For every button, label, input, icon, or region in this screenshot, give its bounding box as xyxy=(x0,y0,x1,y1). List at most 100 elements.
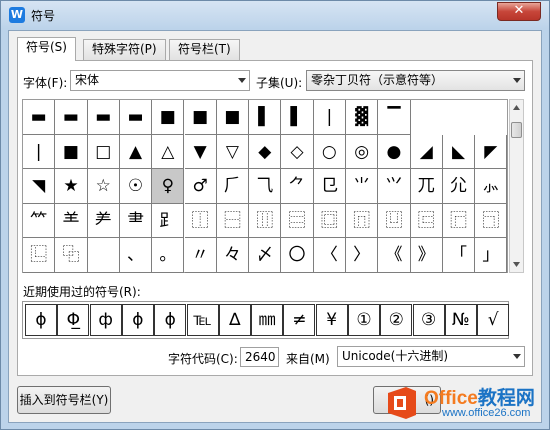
symbol-cell[interactable]: ■ xyxy=(184,100,217,135)
symbol-cell[interactable]: 々 xyxy=(216,238,250,273)
symbol-cell[interactable]: ■ xyxy=(152,100,185,135)
symbol-cell[interactable]: △ xyxy=(152,134,185,170)
symbol-cell[interactable]: ☆ xyxy=(87,169,120,204)
symbol-cell[interactable]: ⺻ xyxy=(119,203,153,239)
symbol-cell[interactable]: 」 xyxy=(475,238,508,273)
symbol-cell[interactable]: ⺁ xyxy=(216,169,250,204)
recent-symbol-cell[interactable]: ɸ xyxy=(25,304,57,336)
symbol-cell[interactable]: ▓ xyxy=(346,100,379,135)
symbol-cell[interactable]: ▽ xyxy=(216,134,250,170)
symbol-cell[interactable]: ⿸ xyxy=(442,203,476,239)
symbol-cell[interactable]: ⺄ xyxy=(249,169,282,204)
symbol-cell[interactable]: 》 xyxy=(410,238,443,273)
symbol-cell[interactable]: ⺍ xyxy=(378,169,411,204)
scroll-up-icon[interactable] xyxy=(510,100,523,115)
symbol-cell[interactable]: ⺈ xyxy=(281,169,314,204)
recent-symbol-cell[interactable]: ③ xyxy=(412,304,445,336)
insert-to-symbol-bar-button[interactable]: 插入到符号栏(Y) xyxy=(17,386,111,414)
symbol-cell[interactable]: ◥ xyxy=(23,169,56,204)
symbol-grid-scrollbar[interactable] xyxy=(509,99,524,273)
symbol-cell[interactable]: ● xyxy=(378,134,411,170)
symbol-cell[interactable]: 。 xyxy=(152,238,185,273)
scroll-down-icon[interactable] xyxy=(510,257,523,272)
recent-symbol-cell[interactable]: ϕ xyxy=(121,304,154,336)
title-bar[interactable]: W 符号 ✕ xyxy=(1,1,549,29)
symbol-cell[interactable]: ⿰ xyxy=(184,203,217,239)
symbol-cell[interactable]: ⺎ xyxy=(410,169,443,204)
symbol-cell[interactable]: ◎ xyxy=(346,134,379,170)
symbol-cell[interactable]: ⻊ xyxy=(152,203,185,239)
symbol-cell[interactable]: ♂ xyxy=(184,169,217,204)
symbol-cell[interactable]: 〇 xyxy=(281,238,314,273)
symbol-cell[interactable]: ◇ xyxy=(281,134,314,170)
symbol-cell[interactable]: ▔ xyxy=(378,100,411,135)
symbol-cell[interactable]: ▬ xyxy=(55,100,88,135)
recent-symbol-cell[interactable]: № xyxy=(444,304,477,336)
symbol-cell[interactable]: ⺶ xyxy=(87,203,120,239)
tab-symbol-bar[interactable]: 符号栏(T) xyxy=(169,39,240,60)
symbol-cell[interactable]: ⿵ xyxy=(346,203,379,239)
symbol-cell[interactable]: 「 xyxy=(442,238,476,273)
symbol-cell[interactable]: ♀ xyxy=(152,169,185,204)
symbol-cell[interactable]: ▼ xyxy=(184,134,217,170)
symbol-cell[interactable]: ⺋ xyxy=(313,169,346,204)
symbol-cell[interactable]: 〈 xyxy=(313,238,346,273)
symbol-cell[interactable]: ⿺ xyxy=(23,238,56,273)
symbol-cell[interactable]: ▌ xyxy=(281,100,314,135)
symbol-cell[interactable]: ◆ xyxy=(249,134,282,170)
tab-symbols[interactable]: 符号(S) xyxy=(17,37,76,61)
tab-special-characters[interactable]: 特殊字符(P) xyxy=(83,39,166,60)
symbol-cell[interactable]: ▲ xyxy=(119,134,153,170)
symbol-cell[interactable]: ◤ xyxy=(475,134,508,170)
recent-symbol-cell[interactable]: ② xyxy=(380,304,413,336)
recent-symbol-cell[interactable]: Φ̲ xyxy=(57,304,90,336)
recent-symbol-cell[interactable]: ɸ xyxy=(154,304,187,336)
recent-symbol-cell[interactable]: ф xyxy=(89,304,122,336)
symbol-cell[interactable]: ⿻ xyxy=(55,238,88,273)
recent-symbol-cell[interactable]: ≠ xyxy=(283,304,316,336)
scroll-thumb[interactable] xyxy=(511,122,522,138)
recent-symbol-cell[interactable]: ∆ xyxy=(218,304,251,336)
symbol-cell[interactable]: ⿱ xyxy=(216,203,250,239)
symbol-cell[interactable]: ▌ xyxy=(249,100,282,135)
symbol-cell[interactable]: | xyxy=(23,134,56,170)
symbol-cell[interactable]: ⿷ xyxy=(410,203,443,239)
recent-symbol-cell[interactable]: ℡ xyxy=(186,304,219,336)
from-select[interactable]: Unicode(十六进制) xyxy=(337,346,525,367)
subset-select[interactable]: 零杂丁贝符（示意符等） xyxy=(306,70,525,91)
recent-symbol-cell[interactable]: ¥ xyxy=(315,304,348,336)
recent-symbol-cell[interactable]: ① xyxy=(348,304,380,336)
symbol-cell[interactable]: ⿴ xyxy=(313,203,346,239)
symbol-cell[interactable]: ⺷ xyxy=(55,203,88,239)
symbol-cell[interactable]: ⿳ xyxy=(281,203,314,239)
symbol-cell[interactable]: ◢ xyxy=(410,134,443,170)
font-select[interactable]: 宋体 xyxy=(70,70,250,91)
symbol-cell[interactable] xyxy=(87,238,120,273)
symbol-cell[interactable]: ⿹ xyxy=(475,203,508,239)
symbol-cell[interactable]: 、 xyxy=(119,238,153,273)
symbol-cell[interactable]: 〆 xyxy=(249,238,282,273)
symbol-cell[interactable]: 《 xyxy=(378,238,411,273)
symbol-cell[interactable]: 〃 xyxy=(184,238,217,273)
symbol-cell[interactable]: ★ xyxy=(55,169,88,204)
symbol-cell[interactable]: ▬ xyxy=(87,100,120,135)
symbol-cell[interactable]: ▬ xyxy=(119,100,153,135)
symbol-cell[interactable]: | xyxy=(313,100,346,135)
symbol-cell[interactable]: ⺮ xyxy=(23,203,56,239)
symbol-cell[interactable]: ■ xyxy=(55,134,88,170)
close-button[interactable]: ✕ xyxy=(497,2,541,21)
symbol-cell[interactable]: ⺗ xyxy=(475,169,508,204)
symbol-cell[interactable]: ■ xyxy=(216,100,250,135)
symbol-cell[interactable]: ⿶ xyxy=(378,203,411,239)
symbol-cell[interactable]: ⺌ xyxy=(346,169,379,204)
recent-symbol-cell[interactable]: √ xyxy=(477,304,510,336)
symbol-cell[interactable]: ◣ xyxy=(442,134,476,170)
symbol-cell[interactable]: □ xyxy=(87,134,120,170)
symbol-cell[interactable]: ▬ xyxy=(23,100,56,135)
recent-symbol-cell[interactable]: ㎜ xyxy=(251,304,284,336)
symbol-cell[interactable]: ☉ xyxy=(119,169,153,204)
symbol-cell[interactable]: 〉 xyxy=(346,238,379,273)
char-code-input[interactable]: 2640 xyxy=(240,347,279,367)
symbol-cell[interactable]: ⺏ xyxy=(442,169,476,204)
symbol-cell[interactable]: ○ xyxy=(313,134,346,170)
